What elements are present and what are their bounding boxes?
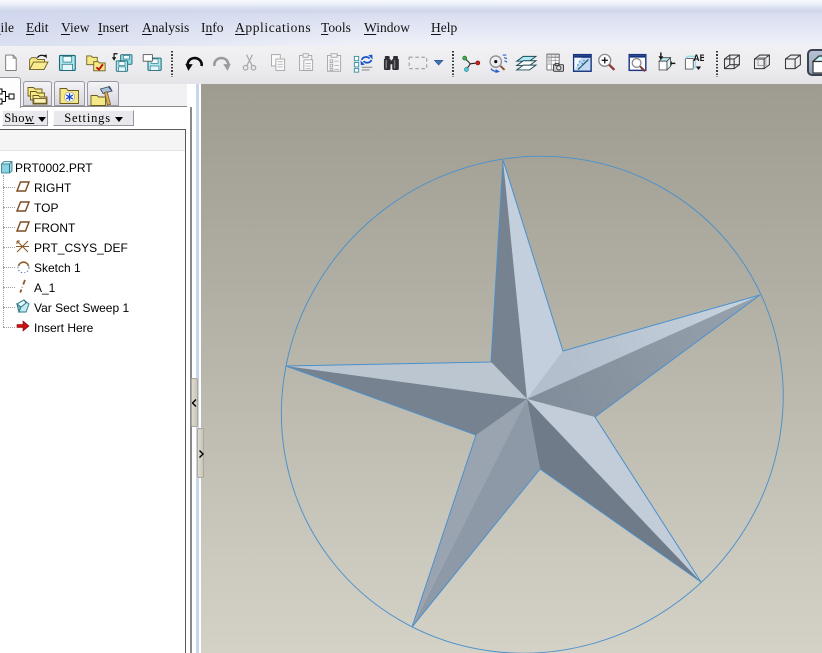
svg-text:AB: AB <box>693 53 704 63</box>
